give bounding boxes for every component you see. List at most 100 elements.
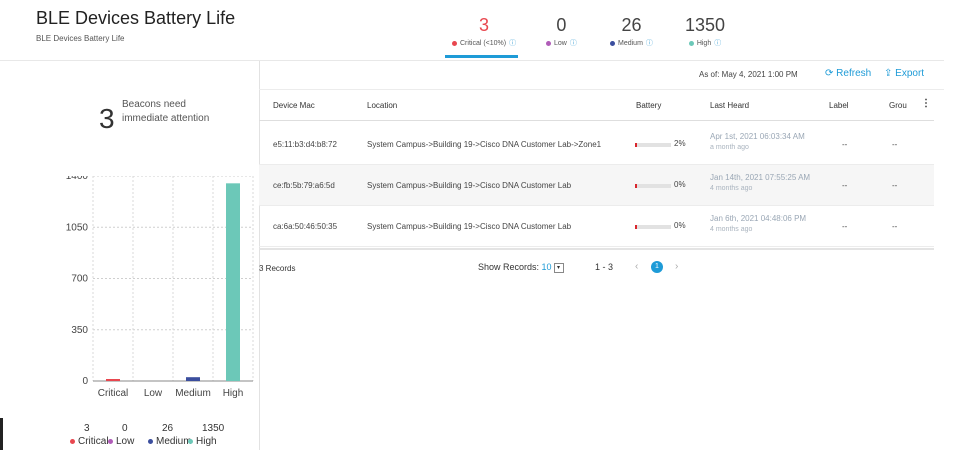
info-icon[interactable]: ⓘ xyxy=(714,40,721,47)
battery-bar-fill xyxy=(635,184,637,188)
battery-percent: 0% xyxy=(674,221,686,230)
table-row[interactable]: ca:6a:50:46:50:35 System Campus->Buildin… xyxy=(259,206,934,247)
device-group: -- xyxy=(892,181,898,190)
last-heard-time: Jan 14th, 2021 07:55:25 AM xyxy=(710,173,811,182)
last-heard-relative: 4 months ago xyxy=(710,185,753,192)
stat-low-value: 0 xyxy=(556,15,567,35)
stat-critical-label: Critical (<10%) xyxy=(460,40,507,47)
record-range: 1 - 3 xyxy=(595,262,614,272)
legend-item-low[interactable]: Low xyxy=(108,436,134,447)
legend-label: Low xyxy=(116,436,135,447)
bar-critical[interactable] xyxy=(106,379,120,381)
legend-item-medium[interactable]: Medium xyxy=(148,436,192,447)
window-edge xyxy=(0,418,3,450)
legend-label: Critical xyxy=(78,436,109,447)
device-label: -- xyxy=(842,181,848,190)
column-label[interactable]: Label xyxy=(829,101,849,110)
legend-label: Medium xyxy=(156,436,192,447)
last-heard-time: Jan 6th, 2021 04:48:06 PM xyxy=(710,214,807,223)
stat-high-label: High xyxy=(696,40,712,47)
summary-panel: 3 Beacons need immediate attention 0 350 7… xyxy=(36,61,260,450)
legend-dot-icon xyxy=(108,438,113,444)
device-mac: ce:fb:5b:79:a6:5d xyxy=(273,181,335,190)
next-page-icon[interactable]: › xyxy=(675,261,678,272)
export-button[interactable]: ⇪ Export xyxy=(884,68,924,79)
table-toolbar: As of: May 4, 2021 1:00 PM ⟳ Refresh ⇪ E… xyxy=(259,61,944,90)
column-location[interactable]: Location xyxy=(367,101,397,110)
refresh-button[interactable]: ⟳ Refresh xyxy=(825,68,871,79)
stat-critical[interactable]: 3 Critical (<10%) ⓘ xyxy=(452,14,516,48)
device-group: -- xyxy=(892,140,898,149)
battery-percent: 2% xyxy=(674,139,686,148)
device-mac: e5:11:b3:d4:b8:72 xyxy=(273,140,337,149)
table-header: Device Mac Location Battery Last Heard L… xyxy=(259,90,934,121)
battery-bar-chart: 0 350 700 1050 1400 Critical Low Medium High xyxy=(66,176,254,399)
attention-count: 3 xyxy=(99,103,115,134)
device-location: System Campus->Building 19->Cisco DNA Cu… xyxy=(367,140,602,149)
refresh-icon: ⟳ xyxy=(825,68,834,79)
export-icon: ⇪ xyxy=(884,68,893,79)
battery-bar xyxy=(635,184,671,188)
bar-high[interactable] xyxy=(226,183,240,381)
legend-value: 1350 xyxy=(202,423,225,434)
stat-low[interactable]: 0 Low ⓘ xyxy=(546,14,577,48)
prev-page-icon[interactable]: ‹ xyxy=(635,261,638,272)
device-location: System Campus->Building 19->Cisco DNA Cu… xyxy=(367,222,572,231)
column-last-heard[interactable]: Last Heard xyxy=(710,101,749,110)
as-of-timestamp: As of: May 4, 2021 1:00 PM xyxy=(699,70,798,79)
attention-text: Beacons need immediate attention xyxy=(122,99,210,124)
active-tab-indicator xyxy=(445,55,518,58)
legend-dot-icon xyxy=(148,438,153,444)
battery-percent: 0% xyxy=(674,180,686,189)
y-tick-label: 1400 xyxy=(66,176,89,182)
battery-bar-fill xyxy=(635,225,637,229)
x-tick-label: Medium xyxy=(175,388,211,399)
show-records: Show Records: 10 ▾ xyxy=(478,262,564,273)
legend-item-critical[interactable]: Critical xyxy=(70,436,109,447)
medium-dot-icon xyxy=(610,40,615,46)
x-tick-label: High xyxy=(223,388,244,399)
page-size-dropdown-icon[interactable]: ▾ xyxy=(553,262,564,273)
legend-dot-icon xyxy=(188,438,193,444)
legend-item-high[interactable]: High xyxy=(188,436,217,447)
device-mac: ca:6a:50:46:50:35 xyxy=(273,222,338,231)
x-tick-label: Critical xyxy=(98,388,129,399)
export-label: Export xyxy=(895,68,925,79)
critical-dot-icon xyxy=(452,40,457,46)
last-heard-time: Apr 1st, 2021 06:03:34 AM xyxy=(710,132,805,141)
page-subtitle: BLE Devices Battery Life xyxy=(36,34,125,43)
battery-bar-fill xyxy=(635,143,637,147)
info-icon[interactable]: ⓘ xyxy=(646,40,653,47)
legend-value: 3 xyxy=(84,423,90,434)
low-dot-icon xyxy=(546,40,551,46)
column-battery[interactable]: Battery xyxy=(636,101,661,110)
x-tick-label: Low xyxy=(144,388,163,399)
info-icon[interactable]: ⓘ xyxy=(570,40,577,47)
table-row[interactable]: e5:11:b3:d4:b8:72 System Campus->Buildin… xyxy=(259,124,934,165)
current-page-button[interactable]: 1 xyxy=(651,261,663,273)
info-icon[interactable]: ⓘ xyxy=(509,40,516,47)
stat-high[interactable]: 1350 High ⓘ xyxy=(685,14,725,48)
stat-medium[interactable]: 26 Medium ⓘ xyxy=(610,14,653,48)
y-tick-label: 350 xyxy=(71,325,88,336)
page-title: BLE Devices Battery Life xyxy=(36,8,236,28)
legend-value: 26 xyxy=(162,423,174,434)
high-dot-icon xyxy=(688,40,694,46)
stat-low-label: Low xyxy=(554,40,567,47)
column-device-mac[interactable]: Device Mac xyxy=(273,101,315,110)
device-group: -- xyxy=(892,222,898,231)
bar-medium[interactable] xyxy=(186,377,200,381)
battery-bar xyxy=(635,143,671,147)
column-group[interactable]: Grou xyxy=(889,101,907,110)
legend-value: 0 xyxy=(122,423,128,434)
legend-dot-icon xyxy=(70,438,75,444)
column-menu-icon[interactable]: ⋮ xyxy=(921,98,931,109)
device-location: System Campus->Building 19->Cisco DNA Cu… xyxy=(367,181,572,190)
battery-bar xyxy=(635,225,671,229)
refresh-label: Refresh xyxy=(836,68,872,79)
show-records-label: Show Records: xyxy=(478,262,540,272)
stat-medium-value: 26 xyxy=(621,15,642,35)
page-size-value[interactable]: 10 xyxy=(542,262,552,272)
device-label: -- xyxy=(842,222,848,231)
table-row[interactable]: ce:fb:5b:79:a6:5d System Campus->Buildin… xyxy=(259,165,934,206)
